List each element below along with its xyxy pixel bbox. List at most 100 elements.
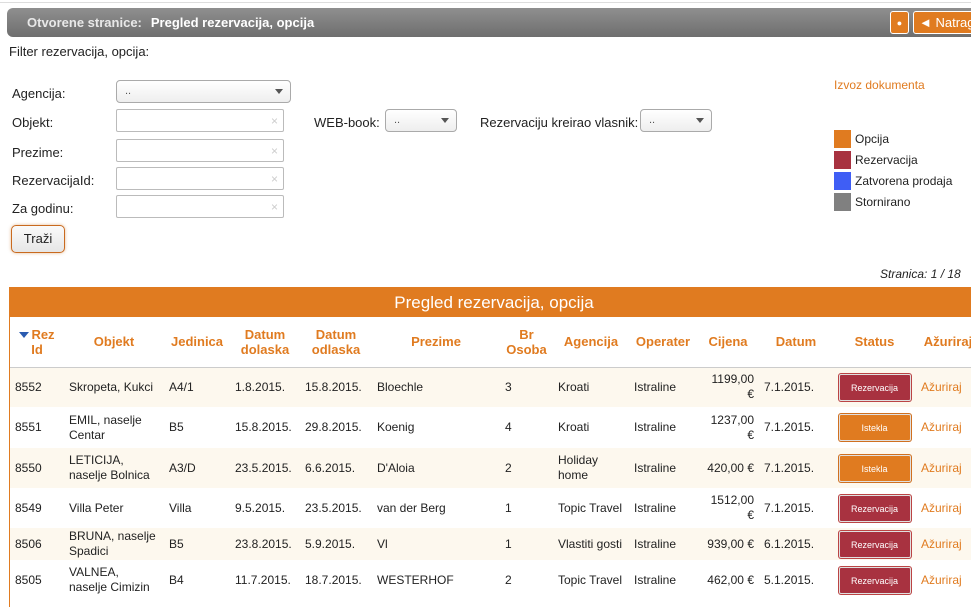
cell-agencija: Topic Travel: [553, 488, 629, 528]
status-badge[interactable]: Rezervacija: [838, 494, 911, 522]
webbook-select-value: ..: [394, 114, 401, 126]
cell-azuriraj: Ažuriraj: [916, 407, 971, 448]
surname-input[interactable]: ×: [116, 139, 284, 162]
column-header-jedinica[interactable]: Jedinica: [164, 317, 230, 368]
legend-swatch-closed-sale: [834, 172, 851, 190]
cell-status: Istekla: [833, 448, 916, 488]
update-link[interactable]: Ažuriraj: [921, 501, 962, 515]
legend-label-cancelled: Stornirano: [855, 195, 911, 209]
cell-datum-odlaska: 29.8.2015.: [300, 407, 372, 448]
cell-rez-id: 8551: [10, 407, 64, 448]
cell-datum-odlaska: 18.7.2015.: [300, 560, 372, 600]
status-badge[interactable]: Rezervacija: [838, 566, 911, 594]
column-header-datum[interactable]: Datum: [759, 317, 833, 368]
clear-icon[interactable]: ×: [271, 141, 278, 162]
page-indicator: Stranica: 1 / 18: [880, 267, 961, 281]
cell-datum-dolaska: 15.8.2015.: [230, 407, 300, 448]
cell-objekt: VALNEA, naselje Cimizin: [64, 560, 164, 600]
cell-agencija: Vlastiti gosti: [553, 528, 629, 560]
column-header-datum-odlaska[interactable]: Datum odlaska: [300, 317, 372, 368]
status-badge[interactable]: Rezervacija: [838, 530, 911, 558]
cell-objekt: Villa Peter: [64, 488, 164, 528]
update-link[interactable]: Ažuriraj: [921, 573, 962, 587]
clear-icon[interactable]: ×: [271, 111, 278, 132]
cell-prezime: Bloechle: [372, 367, 500, 407]
cell-datum-dolaska: 1.8.2015.: [230, 367, 300, 407]
reservation-id-input[interactable]: ×: [116, 167, 284, 190]
cell-operater: Istraline: [629, 560, 697, 600]
column-header-prezime[interactable]: Prezime: [372, 317, 500, 368]
webbook-select[interactable]: ..: [385, 109, 457, 132]
agency-select-value: ..: [125, 85, 132, 97]
cell-br-osoba: 3: [500, 367, 553, 407]
clear-icon[interactable]: ×: [271, 169, 278, 190]
grid-title: Pregled rezervacija, opcija: [10, 288, 971, 317]
reservation-id-label: RezervacijaId:: [12, 173, 95, 188]
column-header-cijena[interactable]: Cijena: [697, 317, 759, 368]
cell-br-osoba: 1: [500, 488, 553, 528]
cell-status: Rezervacija: [833, 560, 916, 600]
search-button[interactable]: Traži: [11, 225, 65, 253]
cell-cijena: 462,00 €: [697, 560, 759, 600]
year-input[interactable]: ×: [116, 195, 284, 218]
cell-operater: Istraline: [629, 448, 697, 488]
cell-prezime: Koenig: [372, 407, 500, 448]
cell-cijena: 420,00 €: [697, 448, 759, 488]
chevron-down-icon: [441, 118, 449, 123]
cell-rez-id: 8552: [10, 367, 64, 407]
cell-cijena: 1199,00 €: [697, 367, 759, 407]
column-header-agencija[interactable]: Agencija: [553, 317, 629, 368]
reservations-grid: Pregled rezervacija, opcija Rez Id Objek…: [9, 287, 971, 607]
cell-jedinica: B5: [164, 528, 230, 560]
cell-datum-dolaska: 23.5.2015.: [230, 448, 300, 488]
page-title: Pregled rezervacija, opcija: [150, 15, 315, 30]
cell-cijena: 939,00 €: [697, 528, 759, 560]
update-link[interactable]: Ažuriraj: [921, 380, 962, 394]
owner-created-label: Rezervaciju kreirao vlasnik:: [480, 115, 639, 130]
cell-datum-odlaska: 5.9.2015.: [300, 528, 372, 560]
cell-operater: Istraline: [629, 367, 697, 407]
open-pages-label: Otvorene stranice:: [27, 15, 142, 30]
table-row: 8549 Villa Peter Villa 9.5.2015. 23.5.2015. v…: [10, 488, 971, 528]
object-input[interactable]: ×: [116, 109, 284, 132]
cell-jedinica: B5: [164, 407, 230, 448]
legend-label-closed-sale: Zatvorena prodaja: [855, 174, 953, 188]
status-badge[interactable]: Istekla: [838, 414, 911, 441]
column-header-br-osoba[interactable]: Br Osoba: [500, 317, 553, 368]
cell-datum-odlaska: 15.8.2015.: [300, 367, 372, 407]
column-header-objekt[interactable]: Objekt: [64, 317, 164, 368]
column-header-datum-dolaska[interactable]: Datum dolaska: [230, 317, 300, 368]
cell-rez-id: 8550: [10, 448, 64, 488]
owner-created-select[interactable]: ..: [640, 109, 712, 132]
cell-cijena: 1237,00 €: [697, 407, 759, 448]
cell-operater: Istraline: [629, 407, 697, 448]
column-header-rez-id[interactable]: Rez Id: [10, 317, 64, 368]
cell-prezime: Vl: [372, 528, 500, 560]
back-button[interactable]: ◄ Natrag: [913, 11, 971, 34]
cell-agencija: Kroati: [553, 367, 629, 407]
table-row: 8550 LETICIJA, naselje Bolnica A3/D 23.5.20…: [10, 448, 971, 488]
update-link[interactable]: Ažuriraj: [921, 461, 962, 475]
column-header-status[interactable]: Status: [833, 317, 916, 368]
cell-datum-dolaska: 11.7.2015.: [230, 560, 300, 600]
column-header-operater[interactable]: Operater: [629, 317, 697, 368]
pin-button[interactable]: ●: [890, 11, 909, 34]
cell-jedinica: Villa: [164, 488, 230, 528]
owner-created-select-value: ..: [649, 114, 656, 126]
cell-datum: 7.1.2015.: [759, 448, 833, 488]
object-label: Objekt:: [12, 115, 54, 130]
status-badge[interactable]: Istekla: [838, 454, 911, 482]
clear-icon[interactable]: ×: [271, 197, 278, 218]
status-badge[interactable]: Rezervacija: [838, 373, 911, 401]
update-link[interactable]: Ažuriraj: [921, 420, 962, 434]
cell-br-osoba: 2: [500, 448, 553, 488]
update-link[interactable]: Ažuriraj: [921, 537, 962, 551]
agency-select[interactable]: ..: [116, 80, 291, 103]
legend-swatch-option: [834, 130, 851, 148]
export-document-link[interactable]: Izvoz dokumenta: [834, 78, 925, 92]
cell-datum: 7.1.2015.: [759, 488, 833, 528]
cell-datum-odlaska: 6.6.2015.: [300, 448, 372, 488]
cell-azuriraj: Ažuriraj: [916, 367, 971, 407]
cell-rez-id: 8506: [10, 528, 64, 560]
cell-operater: Istraline: [629, 488, 697, 528]
